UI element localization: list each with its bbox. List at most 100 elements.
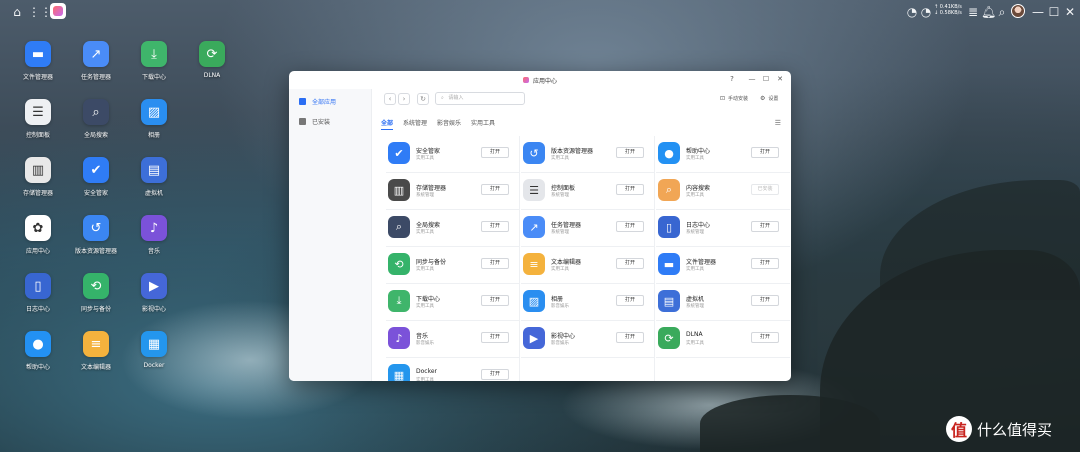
app-card[interactable]: ▶ 影视中心 影音娱乐 打开 — [521, 321, 655, 358]
open-button[interactable]: 打开 — [481, 221, 509, 232]
app-card[interactable]: ▨ 相册 影音娱乐 打开 — [521, 284, 655, 321]
desktop-item[interactable]: ▬ 文件管理器 — [9, 41, 67, 81]
app-card[interactable]: ⌕ 内容搜索 实用工具 已安装 — [656, 173, 790, 210]
maximize-icon[interactable]: ☐ — [1047, 5, 1061, 19]
tab-media[interactable]: 影音娱乐 — [437, 118, 461, 130]
open-button[interactable]: 打开 — [616, 332, 644, 343]
home-icon[interactable]: ⌂ — [10, 5, 24, 19]
desktop-item[interactable]: ▶ 影视中心 — [125, 273, 183, 313]
app-card[interactable]: ⤓ 下载中心 实用工具 打开 — [386, 284, 520, 321]
open-button[interactable]: 打开 — [751, 332, 779, 343]
app-card[interactable]: ⟲ 同步与备份 实用工具 打开 — [386, 247, 520, 284]
open-button[interactable]: 打开 — [751, 147, 779, 158]
app-card[interactable]: ▬ 文件管理器 实用工具 打开 — [656, 247, 790, 284]
forward-button[interactable]: › — [398, 93, 410, 105]
minimize-icon[interactable]: — — [1031, 5, 1045, 19]
desktop-item[interactable]: ↺ 版本资源管理器 — [67, 215, 125, 255]
open-button[interactable]: 打开 — [616, 184, 644, 195]
desktop-item[interactable]: ▯ 日志中心 — [9, 273, 67, 313]
app-card[interactable]: ▤ 虚拟机 系统管理 打开 — [656, 284, 790, 321]
refresh-button[interactable]: ↻ — [417, 93, 429, 105]
app-category: 影音娱乐 — [551, 304, 569, 309]
music-icon: ♪ — [141, 215, 167, 241]
desktop-item[interactable]: ↗ 任务管理器 — [67, 41, 125, 81]
close-icon[interactable]: ✕ — [1063, 5, 1077, 19]
gauge-icon[interactable]: ◔ — [905, 5, 919, 19]
desktop-item[interactable]: ▥ 存储管理器 — [9, 157, 67, 197]
open-button[interactable]: 打开 — [616, 295, 644, 306]
open-button[interactable]: 打开 — [481, 184, 509, 195]
bulb-icon: ● — [25, 331, 51, 357]
task-list-icon[interactable]: ≣ — [966, 5, 980, 19]
open-button[interactable]: 打开 — [751, 258, 779, 269]
minimize-icon[interactable]: — — [747, 75, 757, 83]
tab-tools[interactable]: 实用工具 — [471, 118, 495, 130]
desktop-item[interactable]: ● 帮助中心 — [9, 331, 67, 371]
open-button[interactable]: 打开 — [616, 147, 644, 158]
tab-all[interactable]: 全部 — [381, 118, 394, 130]
desktop-item[interactable]: ⟲ 同步与备份 — [67, 273, 125, 313]
avatar[interactable] — [1011, 4, 1025, 18]
open-button[interactable]: 打开 — [481, 369, 509, 380]
bell-icon[interactable]: 🔔︎ — [981, 5, 996, 19]
list-view-icon[interactable]: ☰ — [775, 119, 781, 127]
desktop-item-label: 存储管理器 — [22, 190, 53, 197]
app-card[interactable]: ▥ 存储管理器 系统管理 打开 — [386, 173, 520, 210]
app-card[interactable]: ● 帮助中心 实用工具 打开 — [656, 136, 790, 173]
open-button[interactable]: 打开 — [481, 258, 509, 269]
app-card[interactable]: ▯ 日志中心 系统管理 打开 — [656, 210, 790, 247]
maximize-icon[interactable]: ☐ — [761, 75, 771, 83]
manual-install-button[interactable]: ⊡ 手动安装 — [720, 95, 748, 102]
settings-button[interactable]: ⚙ 设置 — [760, 95, 778, 102]
gauge-icon[interactable]: ◔ — [919, 5, 933, 19]
app-grid-icon[interactable]: ⋮⋮ — [28, 5, 52, 19]
app-category: 实用工具 — [686, 193, 704, 198]
open-button[interactable]: 打开 — [751, 221, 779, 232]
open-button[interactable]: 打开 — [616, 258, 644, 269]
desktop-item[interactable]: ▨ 相册 — [125, 99, 183, 139]
photo-icon: ▨ — [141, 99, 167, 125]
app-card[interactable]: ♪ 音乐 影音娱乐 打开 — [386, 321, 520, 358]
desktop-item[interactable]: ▤ 虚拟机 — [125, 157, 183, 197]
tab-system[interactable]: 系统管理 — [403, 118, 427, 130]
open-button[interactable]: 打开 — [481, 295, 509, 306]
desktop-item-label: 同步与备份 — [80, 306, 111, 313]
desktop-item[interactable]: ♪ 音乐 — [125, 215, 183, 255]
sidebar-item-all-apps[interactable]: 全部应用 — [299, 95, 336, 107]
desktop-item[interactable]: ▦ Docker — [125, 331, 183, 369]
open-button[interactable]: 打开 — [616, 221, 644, 232]
app-card[interactable]: ✔ 安全管家 实用工具 打开 — [386, 136, 520, 173]
sidebar-item-label: 已安装 — [312, 118, 331, 126]
app-card[interactable]: ▦ Docker 实用工具 打开 — [386, 358, 520, 381]
log-icon: ▯ — [25, 273, 51, 299]
open-button[interactable]: 打开 — [481, 147, 509, 158]
desktop-item[interactable]: ✔ 安全管家 — [67, 157, 125, 197]
docker-icon: ▦ — [388, 364, 410, 381]
app-card[interactable]: ↺ 版本资源管理器 实用工具 打开 — [521, 136, 655, 173]
video-icon: ▶ — [141, 273, 167, 299]
vm-icon: ▤ — [141, 157, 167, 183]
sync-icon: ⟲ — [388, 253, 410, 275]
desktop-item[interactable]: ⟳ DLNA — [183, 41, 241, 79]
window-titlebar[interactable]: 应用中心 — [289, 71, 791, 89]
app-card[interactable]: ☰ 控制面板 系统管理 打开 — [521, 173, 655, 210]
open-button[interactable]: 打开 — [751, 295, 779, 306]
desktop-item[interactable]: ☰ 控制面板 — [9, 99, 67, 139]
back-button[interactable]: ‹ — [384, 93, 396, 105]
open-button[interactable]: 打开 — [481, 332, 509, 343]
sidebar-item-installed[interactable]: 已安装 — [299, 115, 330, 127]
app-card[interactable]: ↗ 任务管理器 系统管理 打开 — [521, 210, 655, 247]
desktop-item[interactable]: ⤓ 下载中心 — [125, 41, 183, 81]
search-icon[interactable]: ⌕ — [995, 5, 1009, 19]
close-icon[interactable]: ✕ — [775, 75, 785, 83]
desktop-item[interactable]: ⌕ 全局搜索 — [67, 99, 125, 139]
help-icon[interactable]: ? — [727, 75, 737, 83]
app-card[interactable]: ≡ 文本编辑器 实用工具 打开 — [521, 247, 655, 284]
app-card[interactable]: ⌕ 全局搜索 实用工具 打开 — [386, 210, 520, 247]
app-card[interactable]: ⟳ DLNA 实用工具 打开 — [656, 321, 790, 358]
app-name: 音乐 — [416, 333, 429, 340]
app-center-taskbar-button[interactable] — [50, 3, 66, 19]
desktop-item[interactable]: ✿ 应用中心 — [9, 215, 67, 255]
search-input[interactable]: ⌕ 请输入 — [435, 92, 525, 105]
desktop-item[interactable]: ≡ 文本编辑器 — [67, 331, 125, 371]
